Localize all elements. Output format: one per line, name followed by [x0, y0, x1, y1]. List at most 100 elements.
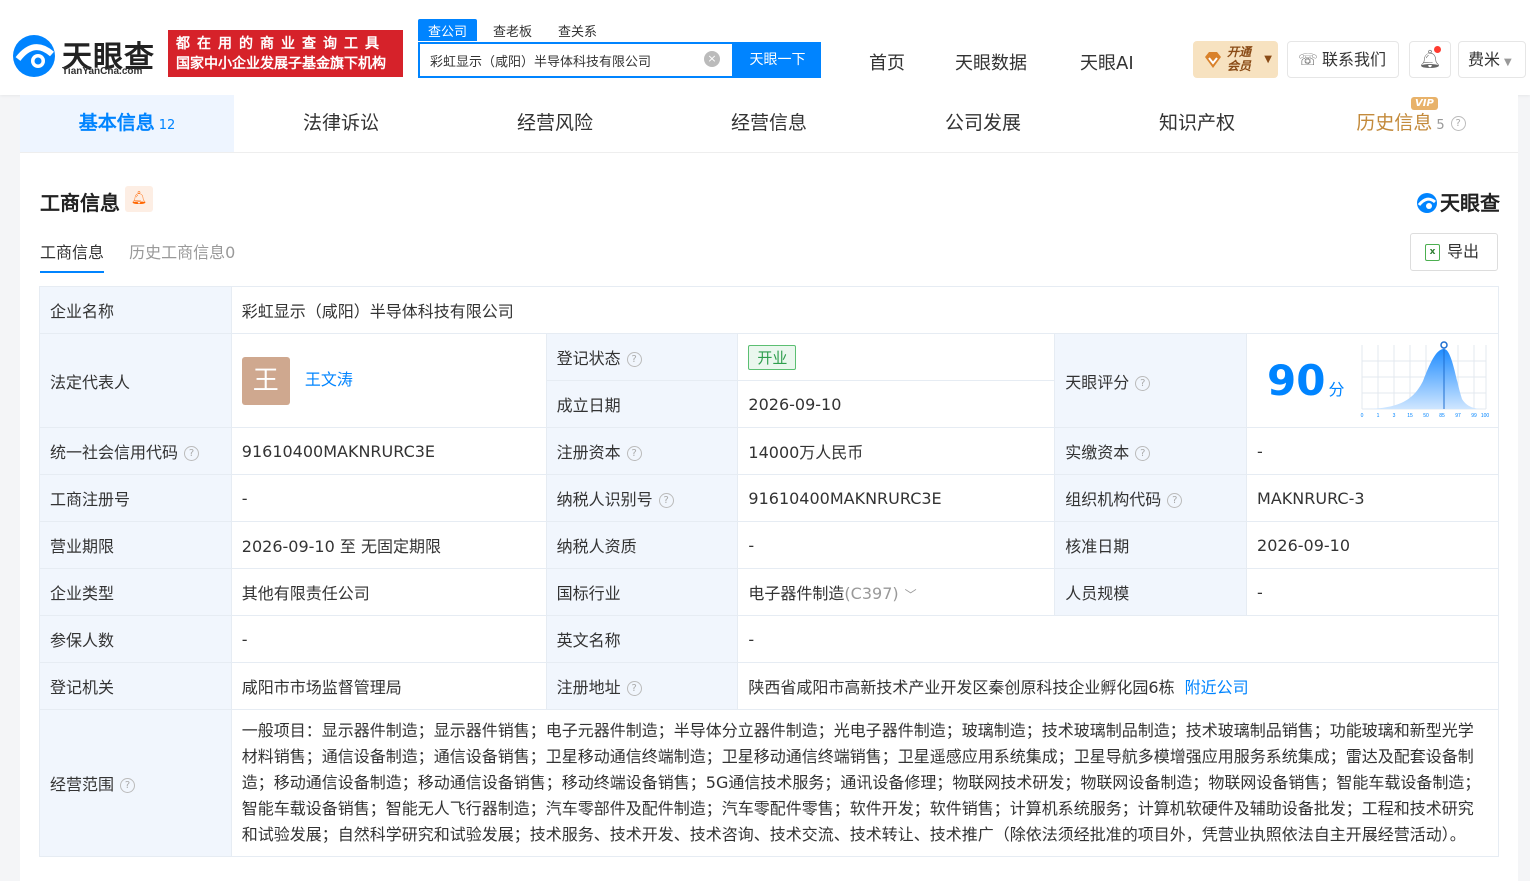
taxpayer-id-label: 纳税人识别号?	[545, 474, 739, 522]
type-label: 企业类型	[39, 568, 232, 616]
help-icon[interactable]: ?	[626, 446, 642, 461]
english-name: -	[737, 615, 1499, 663]
status-label-text: 登记状态	[556, 349, 621, 368]
status-badge: 开业	[748, 344, 797, 370]
found-date-label: 成立日期	[545, 380, 739, 428]
help-icon[interactable]: ?	[626, 681, 642, 696]
search-tab-relation[interactable]: 查关系	[548, 19, 607, 41]
user-menu[interactable]: 费米 ▼	[1458, 41, 1526, 78]
insured-label: 参保人数	[39, 615, 232, 663]
search-button[interactable]: 天眼一下	[734, 42, 821, 78]
table-row: 参保人数 - 英文名称 -	[39, 615, 1499, 663]
search-input[interactable]: 彩虹显示（咸阳）半导体科技有限公司 ×	[418, 42, 734, 78]
search-tab-boss[interactable]: 查老板	[483, 19, 542, 41]
subtab-business-info[interactable]: 工商信息	[40, 239, 105, 273]
user-name: 费米	[1468, 50, 1501, 69]
tab-label: 知识产权	[1158, 112, 1235, 134]
tab-label: 经营风险	[516, 112, 593, 134]
legal-rep-cell: 王 王文涛	[230, 333, 547, 428]
vip-text-line-2: 会员	[1227, 59, 1252, 73]
axis-tick: 50	[1423, 413, 1429, 419]
tab-development[interactable]: 公司发展	[876, 95, 1090, 152]
industry-cell[interactable]: 电子器件制造(C397) ﹀	[737, 568, 1056, 616]
term-label: 营业期限	[39, 521, 232, 569]
banner-line-1: 都在用的商业查询工具	[176, 36, 386, 52]
subscribe-bell-icon[interactable]: 🔔︎	[125, 186, 153, 212]
help-icon[interactable]: ?	[658, 493, 674, 508]
help-icon[interactable]: ?	[120, 778, 136, 793]
org-code-label: 组织机构代码?	[1054, 474, 1248, 522]
nearby-companies-link[interactable]: 附近公司	[1185, 678, 1249, 697]
vip-button[interactable]: 开通 会员 ▼	[1193, 41, 1278, 78]
help-icon[interactable]: ?	[184, 446, 200, 461]
avatar[interactable]: 王	[241, 356, 290, 405]
brand-text: 天眼查	[1440, 191, 1500, 215]
tab-label: 历史信息	[1356, 112, 1433, 134]
score-unit: 分	[1328, 380, 1345, 399]
table-row: 经营范围? 一般项目：显示器件制造；显示器件销售；电子元器件制造；半导体分立器件…	[39, 709, 1500, 857]
table-row: 企业类型 其他有限责任公司 国标行业 电子器件制造(C397) ﹀ 人员规模 -	[39, 568, 1499, 616]
tianyancha-logo[interactable]: 天眼查 TianYanCha.com	[10, 32, 160, 82]
tab-label: 基本信息	[78, 112, 155, 134]
org-code: MAKNRURC-3	[1246, 474, 1499, 522]
staff-size-label: 人员规模	[1054, 568, 1248, 616]
status-label: 登记状态?	[545, 333, 739, 381]
company-name: 彩虹显示（咸阳）半导体科技有限公司	[230, 286, 1500, 334]
help-icon[interactable]: ?	[626, 352, 642, 367]
axis-tick: 0	[1361, 413, 1364, 419]
credit-code-label-text: 统一社会信用代码	[50, 443, 179, 462]
tab-label: 经营信息	[730, 112, 807, 134]
logo-eye-icon	[13, 35, 55, 77]
tab-ip[interactable]: 知识产权	[1090, 95, 1304, 152]
tab-count: 5	[1436, 118, 1445, 133]
credit-code-label: 统一社会信用代码?	[39, 427, 232, 475]
paid-capital-label-text: 实缴资本	[1065, 443, 1130, 462]
tab-risk[interactable]: 经营风险	[448, 95, 662, 152]
chevron-down-icon: ▼	[1264, 54, 1272, 65]
subtab-history-business-info[interactable]: 历史工商信息0	[129, 239, 235, 271]
export-button[interactable]: x 导出	[1410, 233, 1498, 271]
business-info-table: 企业名称 彩虹显示（咸阳）半导体科技有限公司 法定代表人 王 王文涛 登记状态?…	[39, 286, 1500, 857]
help-icon[interactable]: ?	[1450, 116, 1466, 131]
tab-operation[interactable]: 经营信息	[662, 95, 876, 152]
tab-count: 12	[158, 118, 176, 133]
nav-ai[interactable]: 天眼AI	[1080, 49, 1134, 75]
nav-data[interactable]: 天眼数据	[955, 49, 1027, 75]
paid-capital-label: 实缴资本?	[1054, 427, 1248, 475]
help-icon[interactable]: ?	[1135, 375, 1151, 391]
brand-watermark: 天眼查	[1416, 187, 1500, 216]
promo-banner[interactable]: 都在用的商业查询工具 国家中小企业发展子基金旗下机构	[168, 30, 403, 77]
subtabs: 工商信息 历史工商信息0	[40, 239, 255, 273]
credit-code: 91610400MAKNRURC3E	[230, 427, 547, 475]
help-icon[interactable]: ?	[1167, 493, 1183, 508]
search-tab-company[interactable]: 查公司	[418, 19, 478, 41]
unread-dot	[1434, 46, 1441, 53]
tab-history[interactable]: VIP 历史信息 5?	[1304, 95, 1518, 152]
diamond-icon	[1205, 52, 1221, 68]
contact-button[interactable]: ☏ 联系我们	[1287, 41, 1399, 78]
staff-size: -	[1246, 568, 1499, 616]
banner-line-2: 国家中小企业发展子基金旗下机构	[176, 56, 386, 72]
taxpayer-id: 91610400MAKNRURC3E	[737, 474, 1056, 522]
notification-button[interactable]: 🔔︎	[1409, 41, 1451, 78]
score-value: 90	[1267, 356, 1326, 405]
axis-tick: 97	[1455, 413, 1461, 419]
found-date: 2026-09-10	[737, 380, 1056, 428]
vip-badge: VIP	[1411, 97, 1438, 110]
score-distribution-chart: 0 1 3 15 50 85 97 99 100	[1361, 340, 1489, 419]
score-label: 天眼评分?	[1054, 333, 1248, 428]
axis-tick: 1	[1377, 413, 1380, 419]
tab-basic-info[interactable]: 基本信息 12	[20, 95, 234, 152]
nav-home[interactable]: 首页	[869, 49, 905, 75]
address-cell: 陕西省咸阳市高新技术产业开发区秦创原科技企业孵化园6栋 附近公司	[737, 662, 1499, 710]
authority-label: 登记机关	[39, 662, 232, 710]
scope-label-text: 经营范围	[50, 775, 115, 794]
search-value: 彩虹显示（咸阳）半导体科技有限公司	[430, 55, 652, 70]
help-icon[interactable]: ?	[1135, 446, 1151, 461]
clear-icon[interactable]: ×	[704, 51, 720, 67]
tab-legal[interactable]: 法律诉讼	[234, 95, 448, 152]
business-info-card: 工商信息 🔔︎ 天眼查 工商信息 历史工商信息0 x 导出 企业名称 彩虹显示（…	[20, 153, 1518, 881]
legal-rep-link[interactable]: 王文涛	[305, 370, 353, 389]
industry-code: (C397)	[844, 584, 899, 603]
score-cell[interactable]: 90 分 0 1 3 15 50 85 97 99 100	[1246, 333, 1499, 428]
